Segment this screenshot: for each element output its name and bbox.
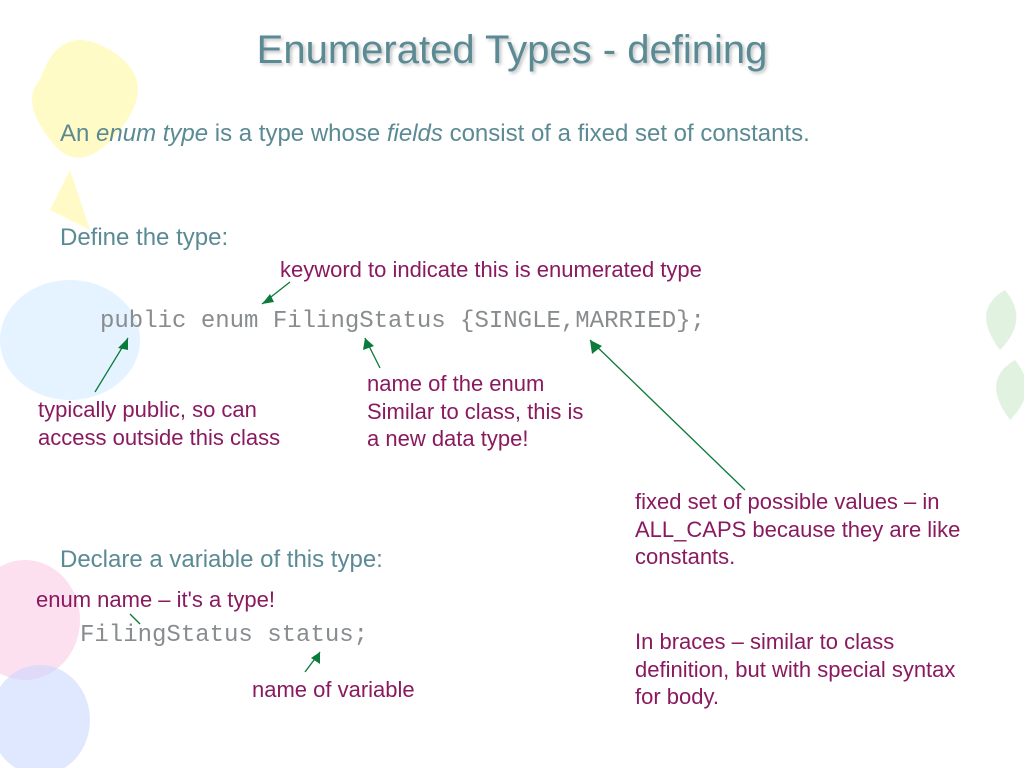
intro-em-enum-type: enum type bbox=[96, 120, 208, 147]
define-type-heading: Define the type: bbox=[60, 224, 228, 252]
intro-sentence: An enum type is a type whose fields cons… bbox=[60, 118, 940, 150]
annot-braces: In braces – similar to class definition,… bbox=[635, 628, 970, 711]
annot-variable-name: name of variable bbox=[252, 676, 415, 704]
slide: Enumerated Types - defining An enum type… bbox=[0, 0, 1024, 768]
code-enum-declaration: public enum FilingStatus {SINGLE,MARRIED… bbox=[100, 308, 705, 335]
slide-title: Enumerated Types - defining bbox=[0, 28, 1024, 73]
annot-enum-name: name of the enum Similar to class, this … bbox=[367, 370, 587, 453]
annot-fixed-set: fixed set of possible values – in ALL_CA… bbox=[635, 488, 965, 571]
intro-text-suffix: consist of a fixed set of constants. bbox=[443, 120, 810, 147]
annot-enum-type: enum name – it's a type! bbox=[36, 586, 275, 614]
intro-text-prefix: An bbox=[60, 120, 96, 147]
intro-em-fields: fields bbox=[387, 120, 443, 147]
declare-variable-heading: Declare a variable of this type: bbox=[60, 546, 383, 574]
annot-public: typically public, so can access outside … bbox=[38, 396, 318, 451]
annot-keyword: keyword to indicate this is enumerated t… bbox=[280, 256, 702, 284]
intro-text-mid: is a type whose bbox=[208, 120, 387, 147]
code-variable-declaration: FilingStatus status; bbox=[80, 622, 368, 649]
